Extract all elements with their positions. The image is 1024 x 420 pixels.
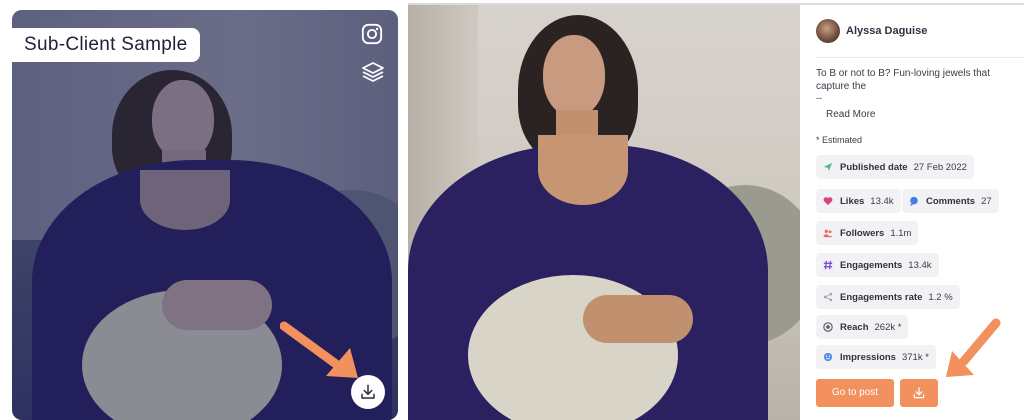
stat-published-date: Published date 27 Feb 2022 [816,155,974,179]
caption-dash: -- [816,93,822,103]
hash-icon [823,260,833,270]
author[interactable]: Alyssa Daguise [816,19,927,43]
stat-label: Impressions [840,351,896,363]
post-photo [408,5,800,420]
download-icon [913,387,925,399]
instagram-icon [361,23,383,45]
stat-engagements: Engagements 13.4k [816,253,939,277]
pointer-arrow-icon [280,321,358,378]
stat-comments: Comments 27 [902,189,999,213]
download-icon [361,384,375,399]
stat-value: 1.2 % [928,291,953,303]
send-icon [823,162,833,172]
estimated-note: * Estimated [816,135,863,145]
layers-icon [362,62,384,82]
users-icon [823,229,833,238]
stat-label: Likes [840,195,865,207]
stat-value: 1.1m [890,227,912,239]
target-icon [823,322,833,332]
chat-bubble-icon [910,196,918,206]
stat-value: 13.4k [908,259,932,271]
stat-value: 27 [981,195,992,207]
sub-client-label: Sub-Client Sample [12,28,200,62]
sample-post-card[interactable]: Sub-Client Sample [12,10,398,420]
stat-value: 13.4k [870,195,894,207]
stat-label: Followers [840,227,885,239]
download-button[interactable] [351,375,385,409]
stat-impressions: Impressions 371k * [816,345,936,369]
pointer-arrow-icon [946,318,1001,377]
read-more-link[interactable]: Read More [826,109,875,120]
stat-label: Engagements [840,259,903,271]
post-details-panel: Alyssa Daguise To B or not to B? Fun-lov… [800,5,1024,420]
stat-followers: Followers 1.1m [816,221,919,245]
share-icon [823,292,833,302]
stat-label: Reach [840,321,869,333]
avatar [816,19,840,43]
go-to-post-button[interactable]: Go to post [816,379,894,407]
stat-value: 371k * [901,351,929,363]
divider [816,57,1024,58]
post-caption: To B or not to B? Fun-loving jewels that… [816,68,990,92]
stat-likes: Likes 13.4k [816,189,901,213]
author-name: Alyssa Daguise [846,25,928,37]
stat-value: 262k * [874,321,902,333]
heart-icon [823,197,833,206]
post-detail-modal: Alyssa Daguise To B or not to B? Fun-lov… [408,3,1024,420]
stat-value: 27 Feb 2022 [913,161,967,173]
stat-label: Published date [840,161,908,173]
stat-reach: Reach 262k * [816,315,909,339]
download-button[interactable] [900,379,938,407]
smiley-icon [823,352,833,362]
stat-label: Engagements rate [840,291,923,303]
stat-label: Comments [926,195,976,207]
stat-engagements-rate: Engagements rate 1.2 % [816,285,960,309]
